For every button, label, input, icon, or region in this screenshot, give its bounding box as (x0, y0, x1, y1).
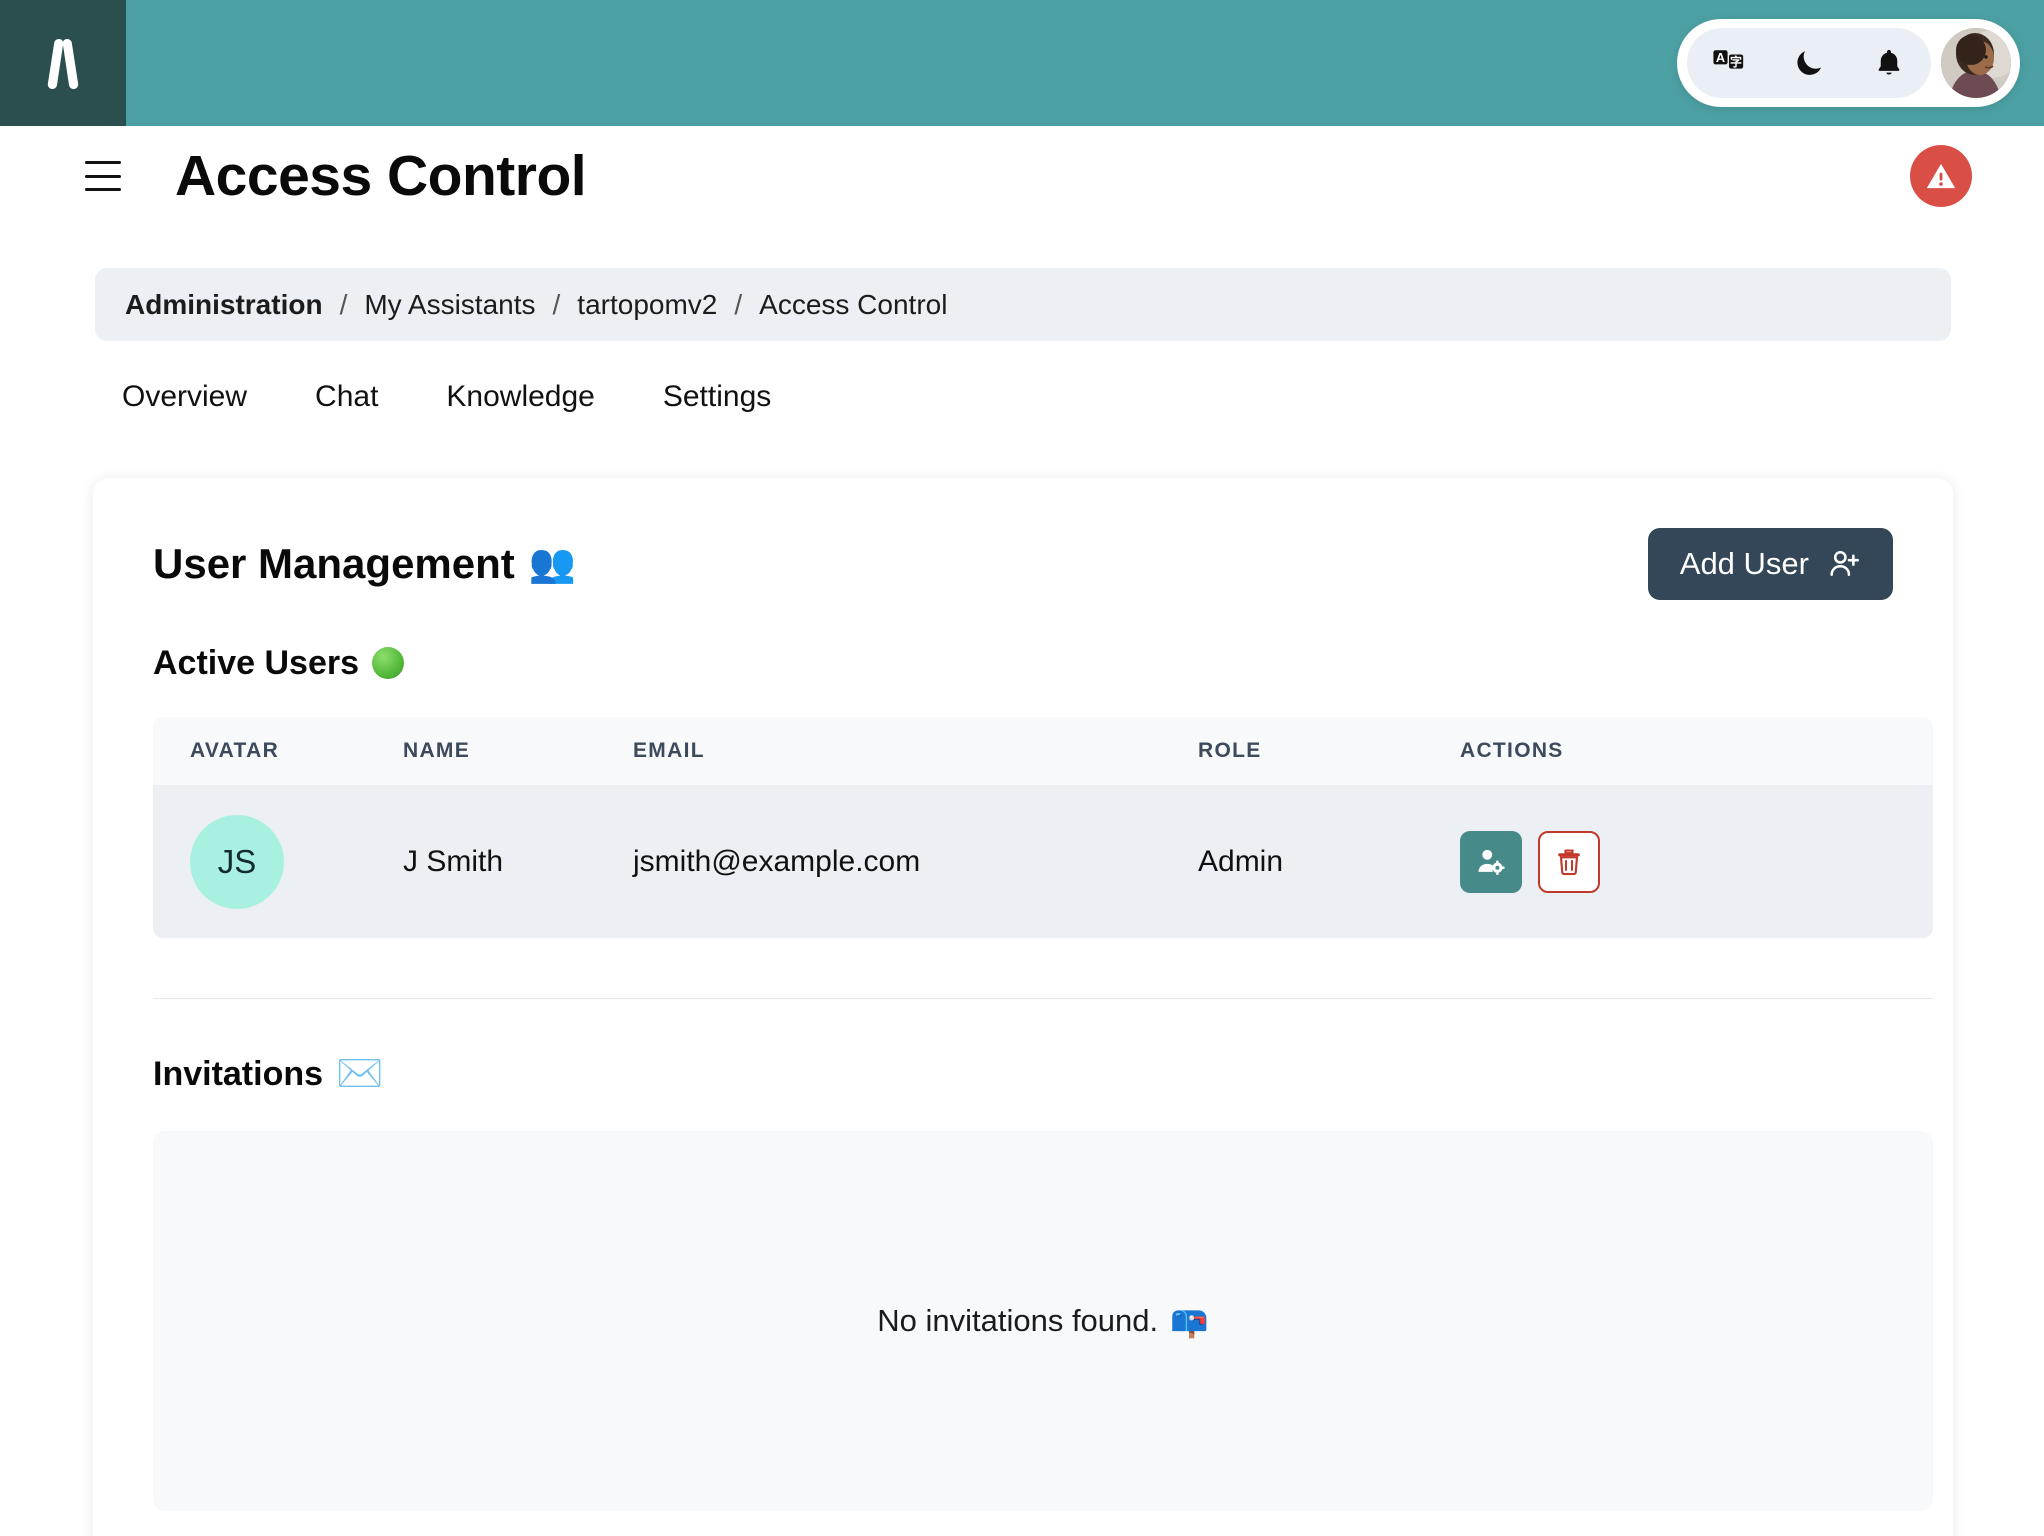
app-root: A 字 Access Control Administration / My A… (0, 0, 2044, 1536)
cell-name: J Smith (403, 844, 504, 878)
avatar-photo-glyph (1941, 28, 2011, 98)
breadcrumb-item-tartopomv2[interactable]: tartopomv2 (577, 289, 717, 321)
page-title: Access Control (175, 143, 587, 208)
cell-actions (1460, 830, 1933, 893)
breadcrumb-item-access-control: Access Control (759, 288, 948, 320)
user-management-title: User Management 👥 (153, 543, 576, 585)
column-header-role: ROLE (1198, 739, 1262, 762)
translate-glyph: A 字 (1713, 50, 1744, 69)
top-bar-icon-group: A 字 (1687, 28, 1931, 98)
table-row: JS J Smith jsmith@example.com Admin (153, 785, 1933, 938)
user-management-card: User Management 👥 Add User Active Users (93, 478, 1953, 1536)
table-header-row: AVATAR NAME EMAIL ROLE ACTIONS (153, 717, 1933, 785)
add-user-button[interactable]: Add User (1647, 528, 1893, 600)
moon-icon[interactable] (1789, 43, 1829, 83)
card-inner: User Management 👥 Add User Active Users (93, 478, 1953, 1511)
envelope-icon: ✉️ (336, 1053, 384, 1095)
tab-overview[interactable]: Overview (122, 380, 315, 414)
avatar[interactable] (1941, 28, 2011, 98)
user-gear-icon (1478, 849, 1505, 875)
translate-icon[interactable]: A 字 (1709, 43, 1749, 83)
hamburger-line (85, 174, 121, 178)
warning-glyph (1926, 163, 1956, 189)
hamburger-line (85, 161, 121, 164)
section-divider (153, 998, 1933, 999)
active-users-title: Active Users (153, 646, 1893, 680)
green-circle-icon (372, 647, 405, 679)
trash-icon (1558, 848, 1580, 875)
breadcrumb-item-my-assistants[interactable]: My Assistants (364, 289, 535, 321)
hamburger-line (85, 188, 121, 191)
cell-avatar: JS (153, 814, 403, 909)
active-users-title-text: Active Users (153, 644, 360, 682)
page-header: Access Control (0, 126, 2044, 226)
logo-mark-icon (47, 39, 79, 90)
invitations-empty-state: No invitations found. 📪 (877, 1303, 1209, 1340)
invitations-empty-panel: No invitations found. 📪 (153, 1131, 1933, 1511)
cell-role: Admin (1198, 844, 1284, 878)
column-header-avatar: AVATAR (190, 739, 280, 762)
tab-knowledge[interactable]: Knowledge (446, 380, 662, 414)
manage-user-button[interactable] (1460, 830, 1522, 893)
add-user-button-label: Add User (1679, 546, 1809, 581)
top-bar: A 字 (0, 0, 2044, 126)
tab-chat[interactable]: Chat (315, 380, 446, 414)
breadcrumb-separator: / (734, 288, 743, 320)
breadcrumb: Administration / My Assistants / tartopo… (95, 268, 1951, 341)
mailbox-icon: 📪 (1170, 1303, 1209, 1339)
svg-text:A: A (1716, 50, 1725, 65)
app-logo[interactable] (0, 0, 126, 126)
row-action-buttons (1460, 830, 1933, 893)
invitations-title: Invitations ✉️ (153, 1055, 1893, 1093)
svg-text:字: 字 (1730, 54, 1742, 69)
cell-email: jsmith@example.com (633, 844, 921, 878)
bell-icon[interactable] (1869, 43, 1909, 83)
column-header-actions: ACTIONS (1460, 739, 1564, 762)
tab-settings[interactable]: Settings (663, 380, 839, 414)
column-header-email: EMAIL (633, 739, 705, 762)
bell-glyph (1878, 49, 1900, 75)
column-header-name: NAME (403, 739, 471, 762)
menu-icon[interactable] (85, 161, 121, 191)
active-users-table: AVATAR NAME EMAIL ROLE ACTIONS JS J Smit… (153, 717, 1933, 938)
user-management-title-text: User Management (153, 540, 515, 587)
user-plus-icon (1830, 550, 1860, 576)
delete-user-button[interactable] (1538, 830, 1600, 893)
busts-in-silhouette-icon: 👥 (528, 543, 577, 585)
alert-icon[interactable] (1910, 145, 1972, 207)
moon-glyph (1797, 51, 1822, 75)
breadcrumb-item-administration[interactable]: Administration (125, 289, 323, 321)
user-initials-text: JS (217, 842, 257, 880)
top-bar-controls: A 字 (1677, 19, 2020, 107)
tab-bar: Overview Chat Knowledge Settings (122, 380, 839, 414)
invitations-title-text: Invitations (153, 1055, 324, 1093)
user-initials-avatar: JS (190, 814, 284, 909)
breadcrumb-separator: / (552, 288, 561, 320)
breadcrumb-separator: / (339, 288, 348, 320)
user-management-header: User Management 👥 Add User (153, 528, 1893, 600)
invitations-empty-text: No invitations found. (877, 1303, 1159, 1338)
